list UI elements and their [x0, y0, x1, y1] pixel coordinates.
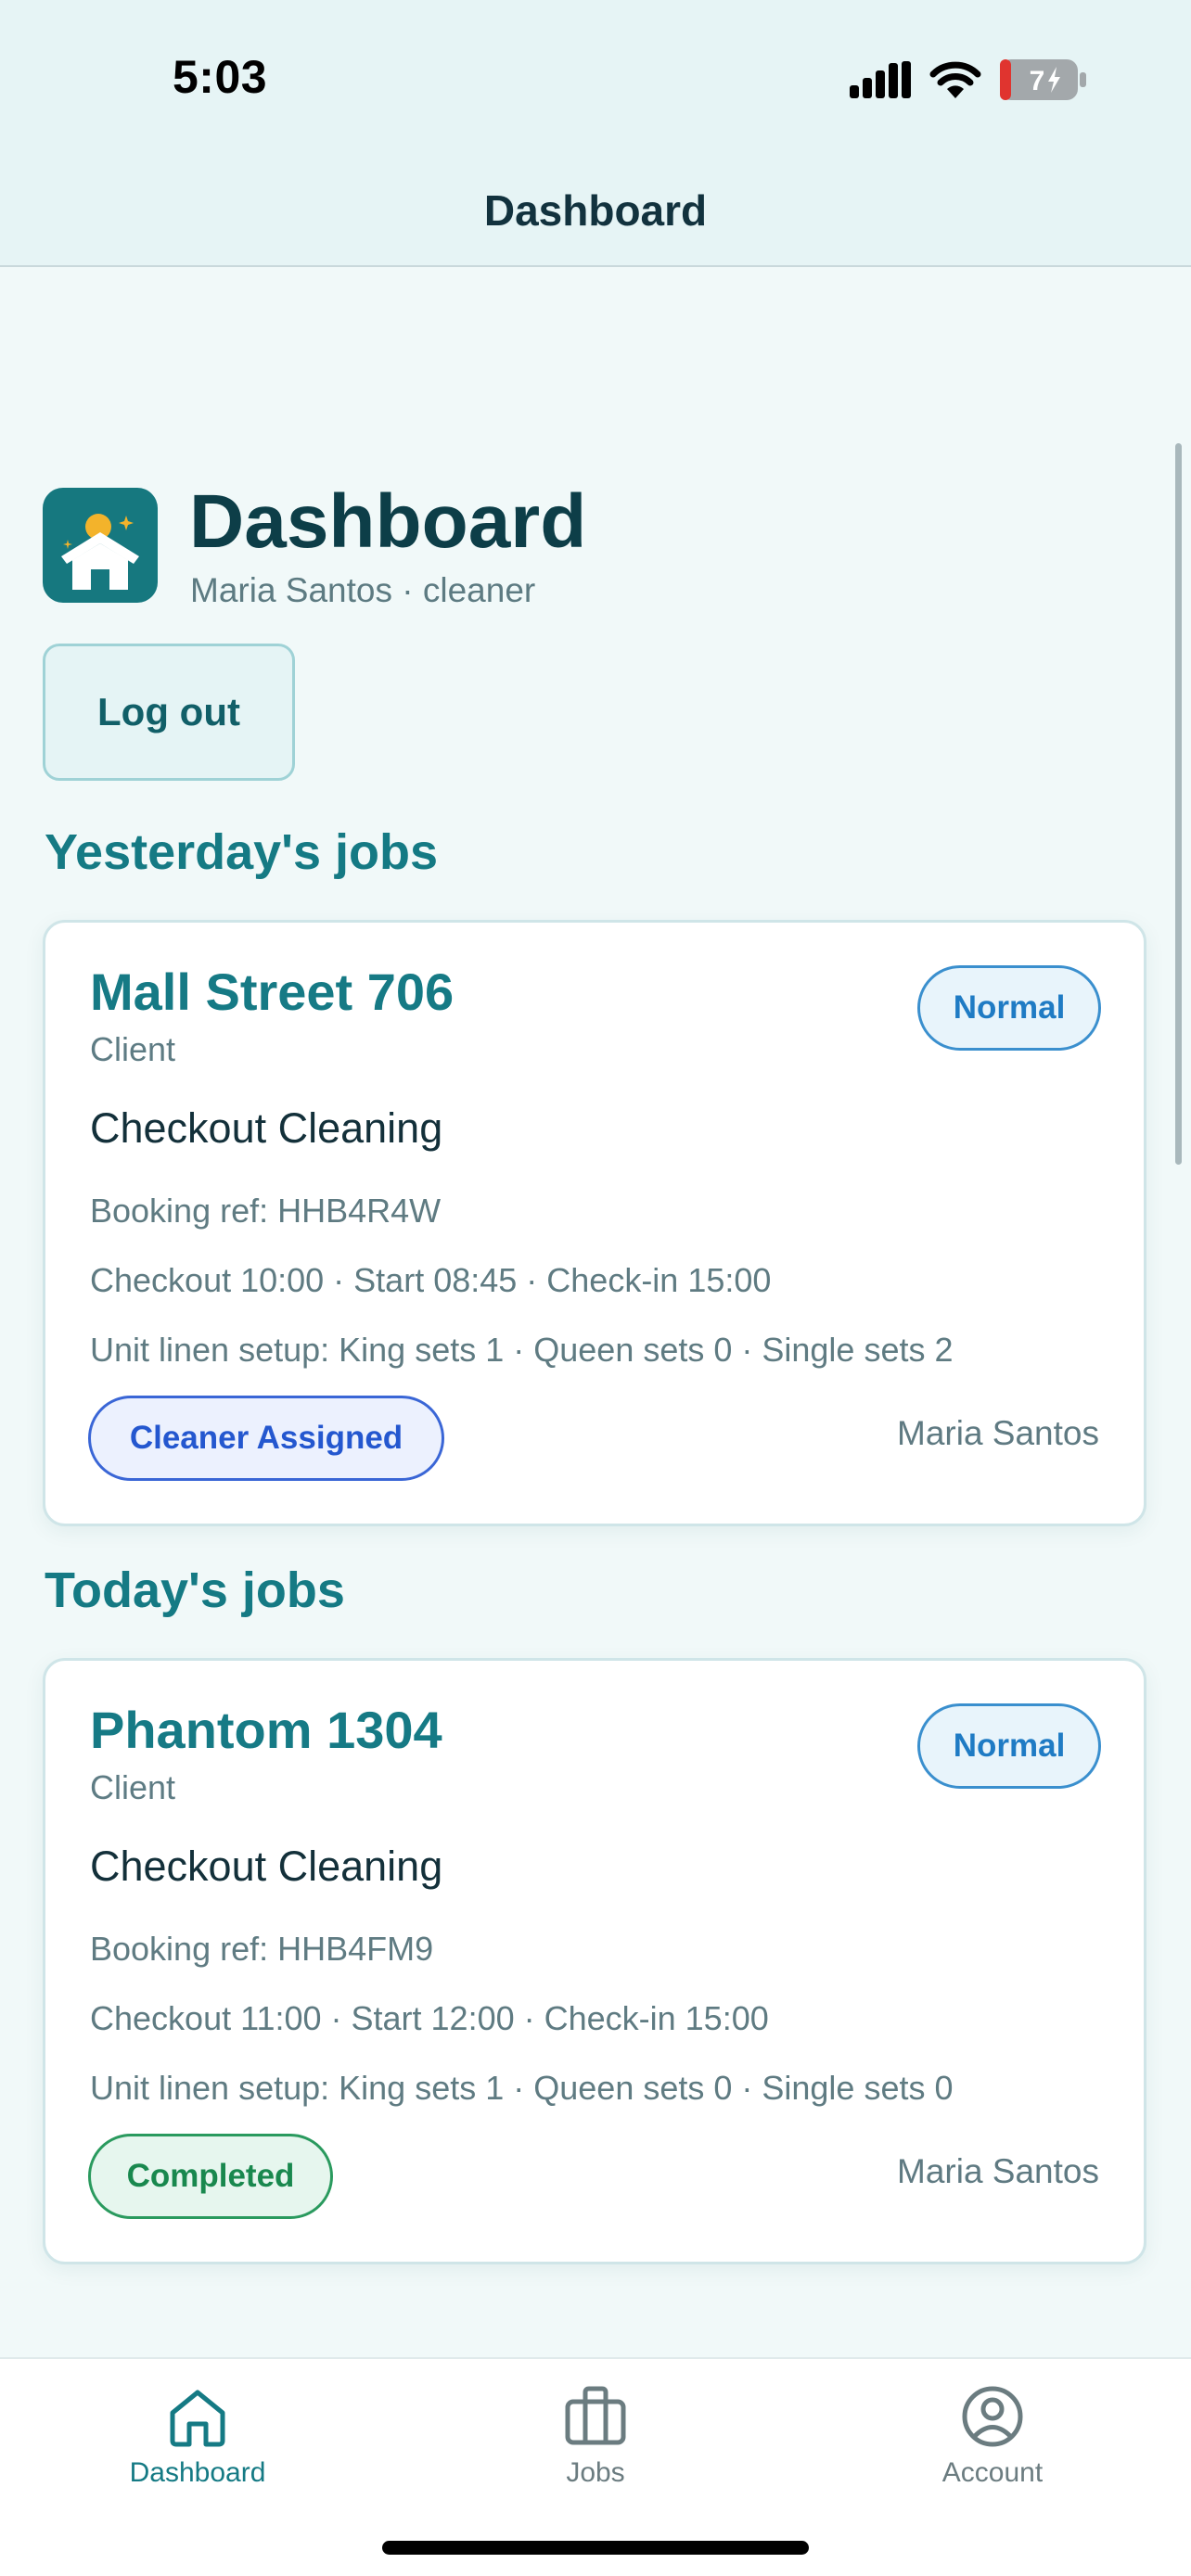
tab-dashboard[interactable]: Dashboard — [86, 2378, 309, 2517]
job-property-name: Mall Street 706 — [90, 963, 455, 1021]
home-sun-logo-icon — [61, 514, 139, 590]
signal-icon — [850, 61, 911, 98]
nav-title: Dashboard — [483, 186, 708, 235]
logout-button[interactable]: Log out — [43, 644, 295, 781]
job-booking-ref: Booking ref: HHB4FM9 — [90, 1930, 434, 1968]
job-booking-ref: Booking ref: HHB4R4W — [90, 1192, 442, 1230]
job-service-type: Checkout Cleaning — [90, 1843, 443, 1890]
page-title: Dashboard — [189, 479, 587, 564]
tab-label: Jobs — [566, 2457, 625, 2488]
wifi-icon — [929, 61, 981, 98]
briefcase-icon — [565, 2386, 626, 2445]
tab-account[interactable]: Account — [881, 2378, 1104, 2517]
priority-badge: Normal — [917, 965, 1101, 1051]
status-time: 5:03 — [173, 51, 268, 103]
job-times: Checkout 11:00 · Start 12:00 · Check-in … — [90, 1999, 769, 2037]
job-card[interactable]: Phantom 1304 Client Normal Checkout Clea… — [43, 1658, 1146, 2264]
app-screen: 5:03 7 Dashboard Dashboard Maria Santos … — [0, 0, 1191, 2576]
job-card[interactable]: Mall Street 706 Client Normal Checkout C… — [43, 920, 1146, 1526]
account-icon — [962, 2386, 1023, 2447]
status-badge: Completed — [88, 2134, 333, 2219]
job-client: Client — [90, 1030, 176, 1068]
status-badge: Cleaner Assigned — [88, 1396, 444, 1481]
home-indicator[interactable] — [382, 2541, 809, 2555]
job-assignee: Maria Santos — [897, 1414, 1099, 1452]
job-service-type: Checkout Cleaning — [90, 1104, 443, 1152]
home-sun-logo — [43, 488, 158, 603]
status-icons: 7 — [850, 59, 1087, 100]
battery-icon: 7 — [1000, 59, 1086, 100]
section-title-today: Today's jobs — [45, 1562, 345, 1618]
job-linen-setup: Unit linen setup: King sets 1 · Queen se… — [90, 2069, 954, 2107]
job-assignee: Maria Santos — [897, 2152, 1099, 2190]
job-client: Client — [90, 1768, 176, 1806]
job-times: Checkout 10:00 · Start 08:45 · Check-in … — [90, 1261, 772, 1299]
job-linen-setup: Unit linen setup: King sets 1 · Queen se… — [90, 1331, 954, 1369]
tab-label: Account — [941, 2457, 1044, 2488]
user-role-line: Maria Santos · cleaner — [190, 571, 536, 609]
home-icon — [170, 2390, 225, 2447]
section-title-yesterday: Yesterday's jobs — [45, 824, 439, 880]
priority-badge: Normal — [917, 1703, 1101, 1789]
job-property-name: Phantom 1304 — [90, 1701, 442, 1759]
tab-label: Dashboard — [129, 2457, 266, 2488]
tab-jobs[interactable]: Jobs — [484, 2378, 707, 2517]
top-bar: 5:03 7 Dashboard — [0, 0, 1191, 267]
battery-level-text: 7 — [1030, 66, 1045, 96]
scroll-indicator[interactable] — [1175, 443, 1182, 1165]
